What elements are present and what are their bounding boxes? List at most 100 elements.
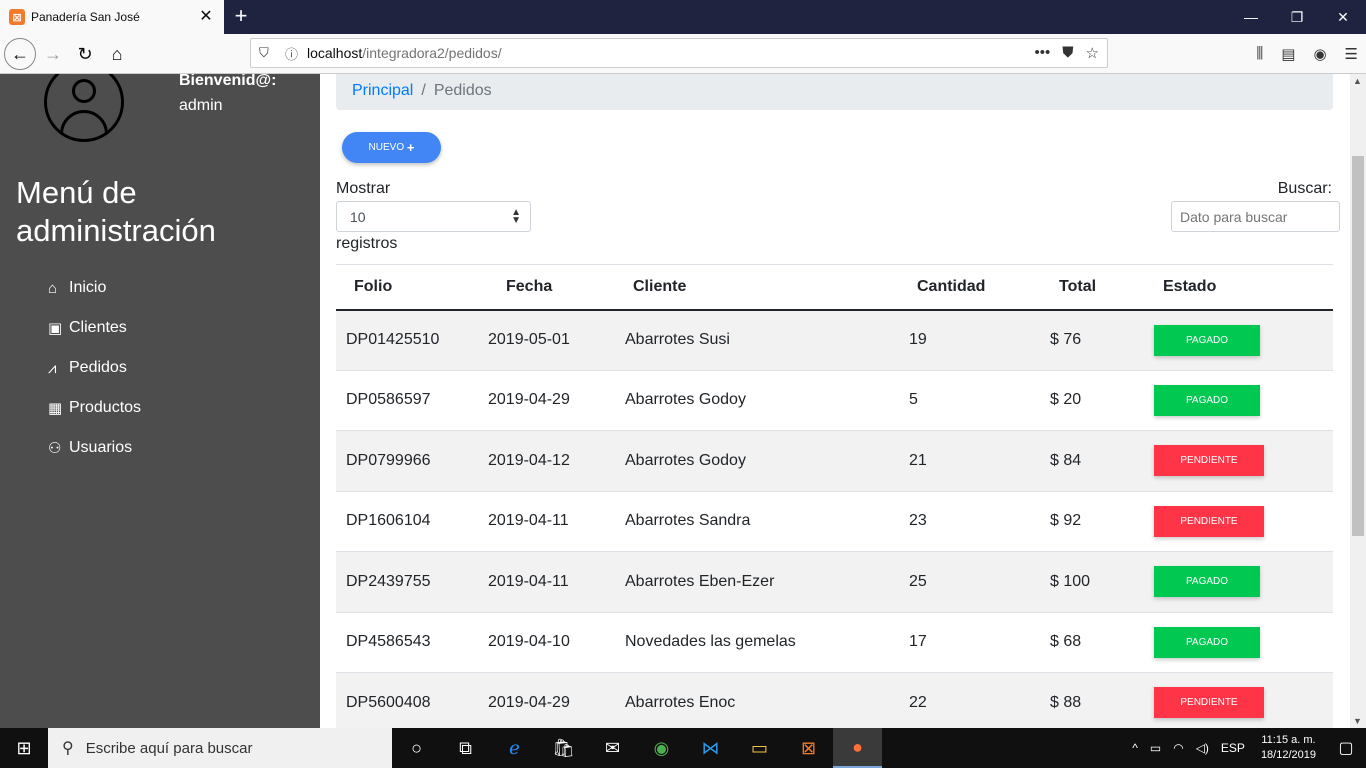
column-header-fecha[interactable]: Fecha (488, 265, 625, 310)
cliente-cell: Abarrotes Enoc (625, 693, 736, 711)
wifi-icon[interactable]: ◠ (1173, 741, 1183, 755)
notifications-icon[interactable]: ▢ (1326, 738, 1366, 758)
sidebar-item-productos[interactable]: ▦ Productos (48, 388, 141, 428)
admin-sidebar: Bienvenid@: admin Menú de administración… (0, 74, 320, 728)
home-icon: ⌂ (48, 279, 58, 297)
page-length-select[interactable]: 10 ▲ ▼ (336, 201, 531, 232)
orders-table: Folio Fecha Cliente Cantidad Total Estad… (336, 264, 1333, 728)
total-cell: $ 84 (1050, 451, 1082, 469)
page-actions-icon[interactable]: ••• (1035, 44, 1051, 62)
table-header-row: Folio Fecha Cliente Cantidad Total Estad… (336, 264, 1333, 310)
breadcrumb: Principal / Pedidos (336, 74, 1333, 110)
volume-icon[interactable]: ◁) (1196, 741, 1209, 755)
vscode-icon[interactable]: ⋈ (686, 728, 735, 768)
windows-start-icon[interactable]: ⊞ (0, 728, 48, 768)
address-card-icon: ▣ (48, 320, 63, 337)
info-icon[interactable]: ⓘ (285, 44, 301, 63)
breadcrumb-principal-link[interactable]: Principal (352, 82, 413, 100)
page-scrollbar[interactable]: ▲ ▼ (1350, 74, 1366, 728)
language-indicator[interactable]: ESP (1221, 741, 1245, 755)
column-header-total[interactable]: Total (1050, 265, 1154, 310)
cortana-icon[interactable]: ○ (392, 728, 441, 768)
sidebar-item-inicio[interactable]: ⌂ Inicio (48, 268, 141, 308)
column-header-estado[interactable]: Estado (1154, 265, 1333, 310)
cliente-cell: Abarrotes Godoy (625, 451, 746, 469)
total-cell: $ 20 (1050, 391, 1082, 409)
bookmark-star-icon[interactable]: ☆ (1086, 44, 1099, 62)
xampp-favicon-icon: ⊠ (9, 9, 25, 25)
status-badge[interactable]: PAGADO (1154, 384, 1260, 416)
status-badge[interactable]: PENDIENTE (1154, 687, 1264, 719)
minimize-icon[interactable]: — (1228, 0, 1274, 34)
select-caret-icon: ▲ ▼ (511, 207, 521, 226)
status-badge[interactable]: PENDIENTE (1154, 445, 1264, 477)
window-close-icon[interactable]: ✕ (1320, 0, 1366, 34)
mail-icon[interactable]: ✉ (588, 728, 637, 768)
url-text[interactable]: localhost/integradora2/pedidos/ (307, 45, 1035, 61)
home-button[interactable]: ⌂ (102, 39, 132, 69)
account-icon[interactable]: ◉ (1313, 45, 1326, 63)
estado-cell: PAGADO (1154, 310, 1333, 371)
chart-line-icon: ⩘ (48, 359, 57, 377)
fecha-cell: 2019-04-11 (488, 572, 569, 590)
restore-icon[interactable]: ❐ (1274, 0, 1320, 34)
fecha-cell: 2019-05-01 (488, 331, 570, 348)
table-row: DP1606104 2019-04-11 Abarrotes Sandra 23 $ 9… (336, 491, 1333, 552)
entries-suffix-label: registros (336, 235, 398, 252)
column-header-cantidad[interactable]: Cantidad (909, 265, 1050, 310)
hamburger-menu-icon[interactable]: ☰ (1345, 45, 1358, 63)
nuevo-button[interactable]: NUEVO + (342, 132, 441, 163)
taskbar-search-box[interactable]: ⚲ Escribe aquí para buscar (48, 728, 392, 768)
edge-icon[interactable]: ℯ (490, 728, 539, 768)
shield-icon[interactable]: ⛉ (259, 45, 275, 61)
cantidad-cell: 5 (909, 391, 918, 409)
status-badge[interactable]: PAGADO (1154, 324, 1260, 356)
status-badge[interactable]: PAGADO (1154, 626, 1260, 658)
new-tab-button[interactable]: + (229, 4, 253, 28)
cliente-cell: Abarrotes Godoy (625, 391, 746, 409)
pocket-icon[interactable]: ⛊ (1062, 44, 1073, 62)
url-bar[interactable]: ⛉ ⓘ localhost/integradora2/pedidos/ ••• … (250, 38, 1108, 68)
tray-chevron-icon[interactable]: ^ (1132, 741, 1138, 755)
forward-button[interactable]: → (38, 39, 68, 69)
scroll-thumb[interactable] (1352, 156, 1364, 536)
column-header-folio[interactable]: Folio (336, 265, 488, 310)
clock[interactable]: 11:15 a. m. 18/12/2019 (1261, 733, 1316, 763)
back-button[interactable]: ← (4, 38, 36, 70)
task-view-icon[interactable]: ⧉ (441, 728, 490, 768)
total-cell: $ 68 (1050, 633, 1082, 651)
folio-cell: DP01425510 (346, 331, 440, 348)
total-cell: $ 92 (1050, 512, 1082, 530)
folio-cell: DP5600408 (346, 693, 431, 711)
scroll-down-icon[interactable]: ▼ (1353, 716, 1362, 726)
cliente-cell: Abarrotes Eben-Ezer (625, 572, 775, 590)
xampp-icon[interactable]: ⊠ (784, 728, 833, 768)
browser-tab[interactable]: ⊠ Panadería San José ✕ (0, 0, 224, 34)
tab-close-icon[interactable]: ✕ (198, 9, 214, 25)
status-badge[interactable]: PENDIENTE (1154, 505, 1264, 537)
browser-tab-bar: ⊠ Panadería San José ✕ + — ❐ ✕ (0, 0, 1366, 34)
file-explorer-icon[interactable]: ▭ (735, 728, 784, 768)
sidebar-item-clientes[interactable]: ▣ Clientes (48, 308, 141, 348)
sidebar-item-usuarios[interactable]: ⚇ Usuarios (48, 428, 141, 468)
table-row: DP0799966 2019-04-12 Abarrotes Godoy 21 $ 84… (336, 430, 1333, 491)
estado-cell: PENDIENTE (1154, 673, 1333, 729)
sidebar-item-pedidos[interactable]: ⩘ Pedidos (48, 348, 141, 388)
library-icon[interactable]: ⫼ (1256, 45, 1263, 63)
fecha-cell: 2019-04-10 (488, 633, 570, 651)
scroll-up-icon[interactable]: ▲ (1353, 76, 1362, 86)
cantidad-cell: 17 (909, 633, 927, 651)
status-badge[interactable]: PAGADO (1154, 566, 1260, 598)
chrome-icon[interactable]: ◉ (637, 728, 686, 768)
firefox-icon[interactable]: ● (833, 728, 882, 768)
cliente-cell: Abarrotes Susi (625, 331, 730, 348)
reload-button[interactable]: ↻ (70, 39, 100, 69)
sidebar-toggle-icon[interactable]: ▤ (1281, 45, 1295, 63)
cantidad-cell: 19 (909, 331, 927, 348)
welcome-label: Bienvenid@: (179, 74, 277, 89)
store-icon[interactable]: 🛍 (539, 728, 588, 768)
search-input[interactable] (1171, 201, 1340, 232)
total-cell: $ 76 (1050, 331, 1082, 348)
battery-icon[interactable]: ▭ (1150, 741, 1161, 755)
column-header-cliente[interactable]: Cliente (625, 265, 909, 310)
